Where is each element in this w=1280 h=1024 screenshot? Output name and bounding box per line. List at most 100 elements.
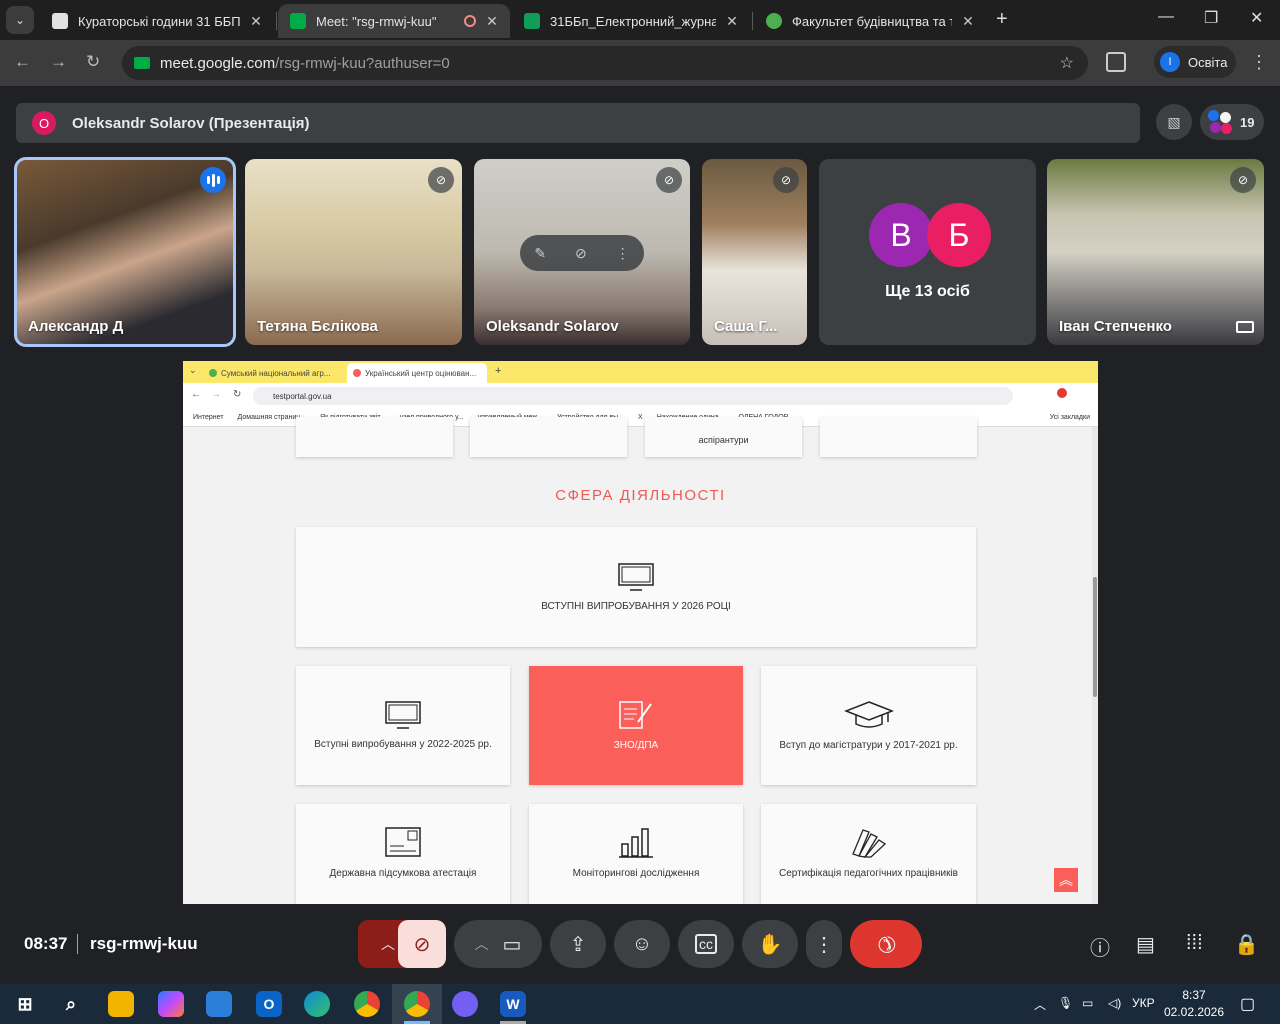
file-explorer-icon[interactable] (108, 991, 134, 1017)
chrome-menu-icon[interactable]: ⋮ (1250, 52, 1268, 73)
recording-indicator-icon (464, 15, 476, 27)
graduation-cap-icon (843, 701, 894, 728)
browser-tab-2[interactable]: Meet: "rsg-rmwj-kuu" ✕ (278, 4, 510, 38)
copilot-icon[interactable] (158, 991, 184, 1017)
more-options-icon[interactable]: ⋮ (616, 245, 630, 262)
outlook-icon[interactable]: O (256, 991, 282, 1017)
clock-date: 02.02.2026 (1163, 1005, 1225, 1019)
tab-title: 31ББп_Електронний_журнал_2 (550, 13, 716, 29)
clock-time: 8:37 (1182, 988, 1206, 1002)
browser-tab-4[interactable]: Факультет будівництва та тран ✕ (754, 4, 986, 38)
tab-search-button[interactable]: ⌄ (6, 6, 34, 34)
captions-button[interactable]: cc (678, 920, 734, 968)
close-window-icon[interactable]: ✕ (1250, 8, 1263, 28)
microphone-icon[interactable]: 🎙 (1058, 996, 1073, 1010)
picture-in-picture-icon[interactable] (1236, 321, 1254, 333)
site-favicon-icon (766, 13, 782, 29)
participant-tile[interactable]: ⊘ Іван Степченко (1047, 159, 1264, 345)
emoji-icon: ☺ (631, 932, 653, 955)
close-tab-icon[interactable]: ✕ (960, 13, 976, 30)
participant-tile[interactable]: ⊘ ✎ ⊘ ⋮ Oleksandr Solarov (474, 159, 690, 345)
network-icon[interactable]: ▭ (1082, 996, 1093, 1010)
browser-tab-1[interactable]: Кураторські години 31 ББП ✕ (40, 4, 274, 38)
card-label: Державна підсумкова атестація (329, 867, 477, 879)
camera-icon[interactable]: ▭ (503, 932, 522, 957)
participants-button[interactable]: 19 (1200, 104, 1264, 140)
address-bar[interactable]: meet.google.com/rsg-rmwj-kuu?authuser=0 … (122, 46, 1088, 80)
profile-button[interactable]: I Освіта (1154, 46, 1236, 78)
card-partial (296, 417, 453, 457)
browser-tab-strip: ⌄ Кураторські години 31 ББП ✕ Meet: "rsg… (0, 0, 1280, 40)
tile-hover-controls: ✎ ⊘ ⋮ (520, 235, 644, 271)
section-title: СФЕРА ДІЯЛЬНОСТІ (555, 487, 726, 504)
tab-title: Meet: "rsg-rmwj-kuu" (316, 13, 437, 29)
sheets-favicon-icon (524, 13, 540, 29)
bookmark-star-icon[interactable]: ☆ (1060, 53, 1074, 73)
profile-name: Освіта (1188, 54, 1228, 70)
activities-icon[interactable]: ⁞⁞⁞ (1186, 932, 1203, 955)
language-indicator[interactable]: УКР (1132, 996, 1155, 1010)
shared-toolbar: ← → ↻ testportal.gov.ua (183, 383, 1098, 409)
tray-expand-icon[interactable]: ︿ (1034, 996, 1046, 1013)
camera-settings-button[interactable]: ︿ ▭ (454, 920, 542, 968)
bookmark-item: Х (638, 414, 643, 421)
presenter-name: Oleksandr Solarov (Презентація) (72, 114, 310, 132)
site-favicon-icon (353, 369, 361, 377)
volume-icon[interactable]: ◁) (1108, 996, 1121, 1010)
browser-tab-3[interactable]: 31ББп_Електронний_журнал_2 ✕ (512, 4, 750, 38)
shared-url: testportal.gov.ua (273, 391, 332, 401)
card-label: Моніторингові дослідження (572, 867, 700, 879)
mic-off-icon: ⊘ (413, 933, 431, 956)
others-tile[interactable]: В Б Ще 13 осіб (819, 159, 1036, 345)
close-tab-icon[interactable]: ✕ (724, 13, 740, 30)
chrome-icon[interactable] (354, 991, 380, 1017)
present-screen-button[interactable]: ⇪ (550, 920, 606, 968)
forward-icon[interactable]: → (50, 52, 67, 72)
minimize-icon[interactable]: — (1158, 8, 1174, 26)
new-tab-button[interactable]: + (996, 8, 1008, 31)
certification-card: Сертифікація педагогічних працівників (761, 804, 976, 904)
close-tab-icon[interactable]: ✕ (484, 13, 500, 30)
restore-icon[interactable]: ❐ (1204, 8, 1218, 28)
back-icon[interactable]: ← (14, 52, 31, 72)
notifications-icon[interactable]: ▢ (1240, 994, 1255, 1014)
card-label: Сертифікація педагогічних працівників (779, 867, 958, 879)
card-label: Вступні випробування у 2022-2025 рр. (314, 739, 492, 750)
reload-icon[interactable]: ↻ (86, 52, 100, 72)
mic-off-icon: ⊘ (773, 167, 799, 193)
emoji-button[interactable]: ☺ (614, 920, 670, 968)
host-controls-icon[interactable]: 🔒 (1234, 932, 1259, 957)
mic-off-icon[interactable]: ⊘ (575, 245, 587, 262)
edge-icon[interactable] (304, 991, 330, 1017)
monitoring-card: Моніторингові дослідження (529, 804, 743, 904)
participant-tile[interactable]: ⊘ Тетяна Бєлікова (245, 159, 462, 345)
chevron-up-icon[interactable]: ︿ (381, 934, 395, 954)
participant-tile[interactable]: ⊘ Саша Г... (702, 159, 807, 345)
search-icon[interactable]: ⌕ (58, 991, 84, 1017)
raise-hand-button[interactable]: ✋ (742, 920, 798, 968)
chevron-up-icon[interactable]: ︿ (475, 934, 489, 954)
extensions-icon[interactable] (1106, 52, 1126, 72)
participant-name: Александр Д (28, 318, 124, 335)
bookmark-item: Интернет (193, 414, 224, 421)
profile-avatar: I (1160, 52, 1180, 72)
viber-icon[interactable] (452, 991, 478, 1017)
profile-avatar (1057, 388, 1067, 398)
clock[interactable]: 8:37 02.02.2026 (1160, 987, 1228, 1021)
more-options-button[interactable]: ⋮ (806, 920, 842, 968)
participant-tile[interactable]: Александр Д (14, 157, 236, 347)
hide-video-icon[interactable]: ▧ (1156, 104, 1192, 140)
close-tab-icon[interactable]: ✕ (248, 13, 264, 30)
chat-icon[interactable]: ▤ (1136, 932, 1155, 957)
windows-start-icon[interactable]: ⊞ (12, 991, 38, 1017)
chrome-profile-icon[interactable] (404, 991, 430, 1017)
url-path: /rsg-rmwj-kuu?authuser=0 (275, 54, 450, 72)
word-icon[interactable]: W (500, 991, 526, 1017)
store-icon[interactable] (206, 991, 232, 1017)
meeting-info-icon[interactable]: ⓘ (1090, 932, 1110, 961)
others-avatars: В Б (869, 203, 991, 267)
mic-toggle-button[interactable]: ⊘ (398, 920, 446, 968)
leave-call-button[interactable]: ✆ (850, 920, 922, 968)
meet-favicon-icon (290, 13, 306, 29)
pin-icon[interactable]: ✎ (534, 245, 546, 262)
